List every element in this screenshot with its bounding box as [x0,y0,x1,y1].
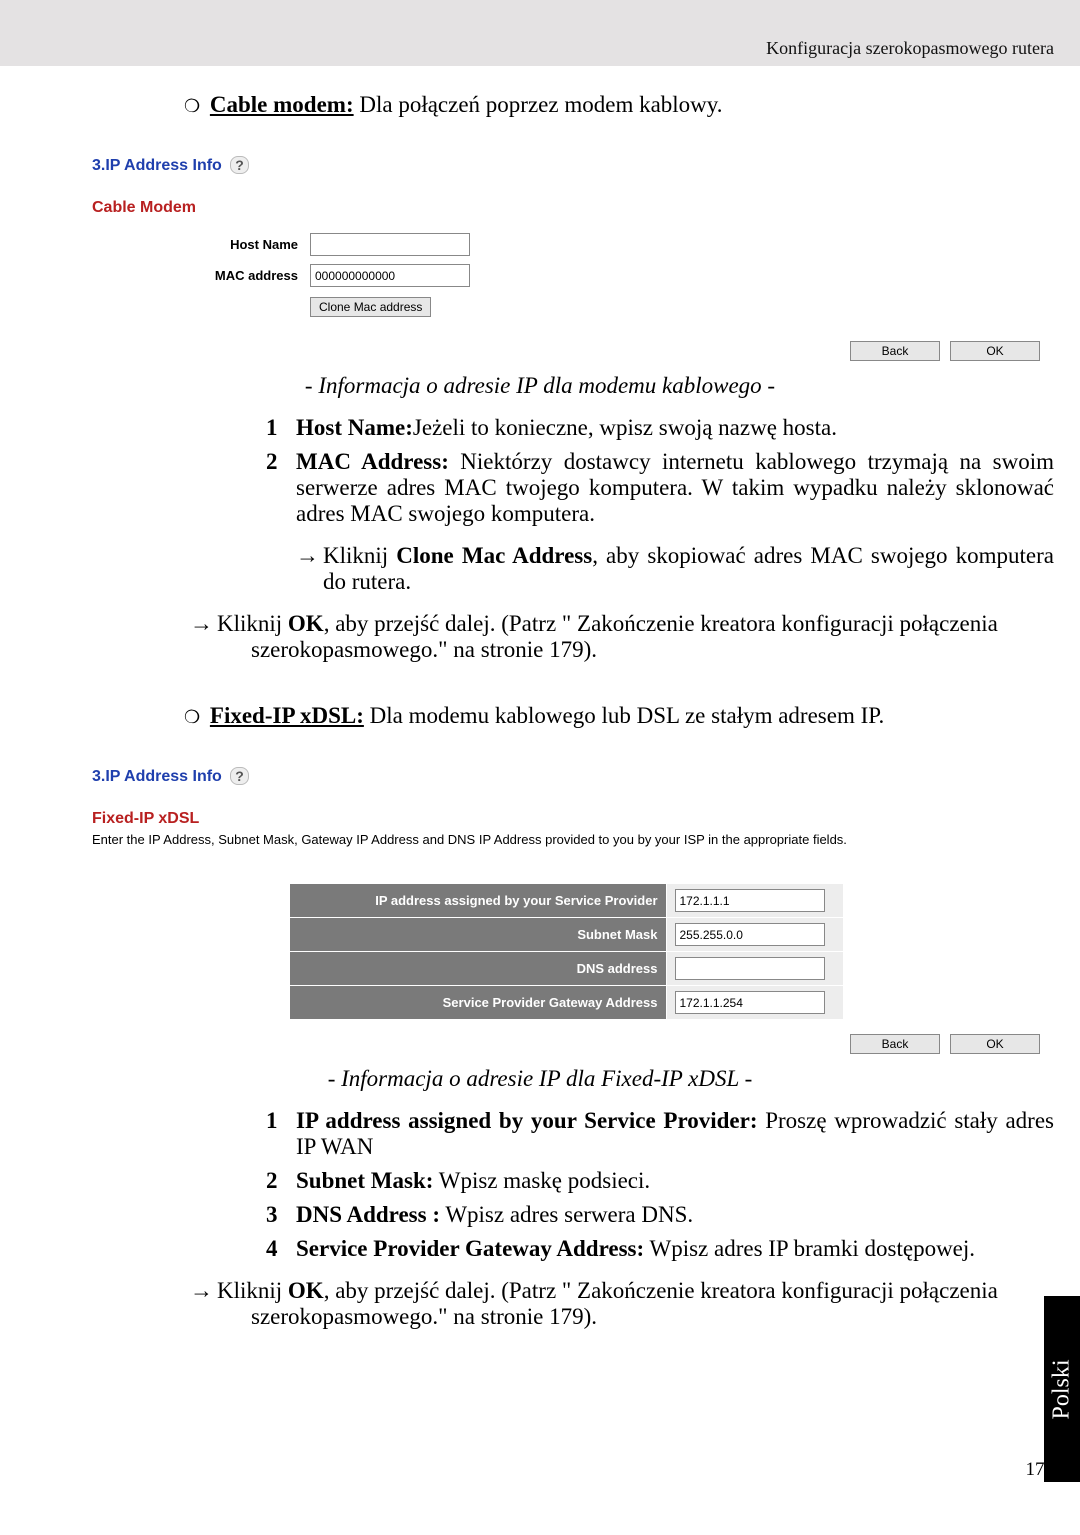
running-header: Konfiguracja szerokopasmowego rutera [0,0,1080,66]
section-title: 3.IP Address Info ? [86,148,1046,175]
section-description: Enter the IP Address, Subnet Mask, Gatew… [92,832,1046,847]
list-item: 1IP address assigned by your Service Pro… [266,1108,1054,1160]
table-row: IP address assigned by your Service Prov… [289,884,843,918]
option-fixed-xdsl-label: Fixed-IP xDSL: [210,703,364,728]
sub-step-arrow: → Kliknij Clone Mac Address, aby skopiow… [296,543,1054,595]
list-item: 2Subnet Mask: Wpisz maskę podsieci. [266,1168,1054,1194]
figure-caption: - Informacja o adresie IP dla modemu kab… [26,373,1054,399]
arrow-right-icon: → [190,1278,213,1330]
section-subtitle: Cable Modem [92,199,1046,217]
host-name-label: Host Name [86,237,310,252]
option-cable-modem: ❍ Cable modem: Dla połączeń poprzez mode… [184,92,1054,118]
subnet-input[interactable] [675,923,825,946]
option-fixed-xdsl: ❍ Fixed-IP xDSL: Dla modemu kablowego lu… [184,703,1054,729]
ok-button[interactable]: OK [950,1034,1040,1054]
list-item: 1Host Name:Jeżeli to konieczne, wpisz sw… [266,415,1054,441]
table-row: DNS address [289,952,843,986]
option-fixed-xdsl-text: Dla modemu kablowego lub DSL ze stałym a… [370,703,885,728]
ip-input[interactable] [675,889,825,912]
ip-config-table: IP address assigned by your Service Prov… [289,883,844,1020]
list-item: 4Service Provider Gateway Address: Wpisz… [266,1236,1054,1262]
click-ok-step: → Kliknij OK, aby przejść dalej. (Patrz … [190,611,1054,663]
table-row: Subnet Mask [289,918,843,952]
ok-button[interactable]: OK [950,341,1040,361]
help-icon[interactable]: ? [230,767,249,785]
section-subtitle: Fixed-IP xDSL [92,810,1046,828]
screenshot-cable-modem: 3.IP Address Info ? Cable Modem Host Nam… [86,148,1046,361]
figure-caption: - Informacja o adresie IP dla Fixed-IP x… [26,1066,1054,1092]
host-name-input[interactable] [310,233,470,256]
screenshot-fixed-xdsl: 3.IP Address Info ? Fixed-IP xDSL Enter … [86,759,1046,1054]
arrow-right-icon: → [296,543,319,595]
list-item: 2MAC Address: Niektórzy dostawcy interne… [266,449,1054,527]
back-button[interactable]: Back [850,341,940,361]
option-cable-modem-label: Cable modem: [210,92,354,117]
page: Konfiguracja szerokopasmowego rutera ❍ C… [0,0,1080,1535]
clone-mac-button[interactable]: Clone Mac address [310,297,431,317]
option-cable-modem-text: Dla połączeń poprzez modem kablowy. [359,92,722,117]
back-button[interactable]: Back [850,1034,940,1054]
gateway-input[interactable] [675,991,825,1014]
cable-modem-form: Host Name MAC address Clone Mac address [86,233,1046,317]
radio-empty-icon: ❍ [184,96,200,116]
table-row: Service Provider Gateway Address [289,986,843,1020]
radio-empty-icon: ❍ [184,707,200,727]
dns-input[interactable] [675,957,825,980]
content-area: ❍ Cable modem: Dla połączeń poprzez mode… [0,92,1080,1330]
section-title: 3.IP Address Info ? [86,759,1046,786]
list-item: 3DNS Address : Wpisz adres serwera DNS. [266,1202,1054,1228]
click-ok-step: → Kliknij OK, aby przejść dalej. (Patrz … [190,1278,1054,1330]
help-icon[interactable]: ? [230,156,249,174]
mac-address-label: MAC address [86,268,310,283]
language-tab: Polski [1044,1296,1080,1482]
steps-list-cable: 1Host Name:Jeżeli to konieczne, wpisz sw… [266,415,1054,527]
arrow-right-icon: → [190,611,213,663]
mac-address-input[interactable] [310,264,470,287]
steps-list-fixed: 1IP address assigned by your Service Pro… [266,1108,1054,1262]
